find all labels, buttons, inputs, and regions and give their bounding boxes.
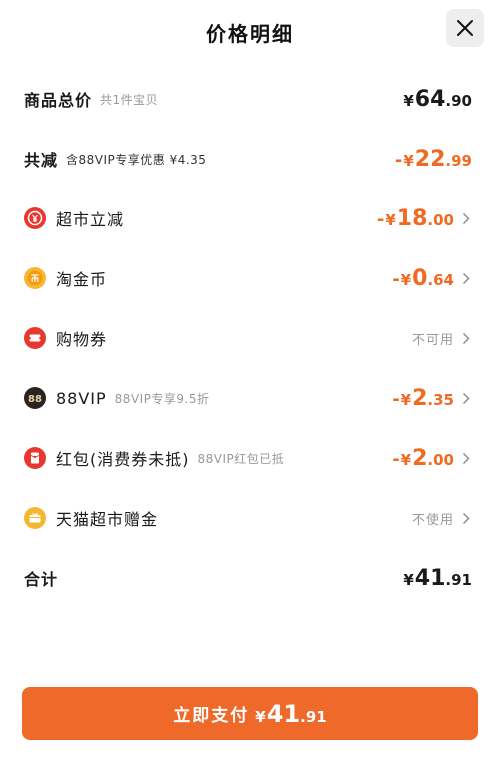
- subtotal-label: 合计: [24, 570, 59, 589]
- row-total-price: 商品总价 共1件宝贝 ¥64.90: [24, 79, 472, 119]
- row-total-discount: 共减 含88VIP专享优惠 ¥4.35 - ¥22.99: [24, 139, 472, 179]
- chevron-right-icon: [462, 391, 472, 405]
- svg-text:88: 88: [28, 394, 42, 405]
- page-title: 价格明细: [206, 22, 294, 46]
- taobao-coins-label: 淘金币: [56, 270, 108, 289]
- total-price-label: 商品总价: [24, 91, 93, 110]
- row-88vip[interactable]: 88 88VIP 88VIP专享9.5折 - ¥2.35: [24, 378, 472, 418]
- 88vip-amount: - ¥2.35: [392, 385, 454, 411]
- 88vip-label: 88VIP: [56, 388, 107, 408]
- row-subtotal: 合计 ¥41.91: [24, 558, 472, 598]
- chevron-right-icon: [462, 211, 472, 225]
- gift-card-icon: [24, 507, 46, 529]
- chevron-right-icon: [462, 451, 472, 465]
- total-discount-amount: - ¥22.99: [394, 146, 472, 172]
- total-price-amount: ¥64.90: [403, 86, 472, 112]
- chevron-right-icon: [462, 271, 472, 285]
- row-taobao-coins[interactable]: 淘金币 - ¥0.64: [24, 258, 472, 298]
- pay-now-amount: ¥41.91: [255, 699, 327, 728]
- 88-icon: 88: [24, 387, 46, 409]
- coupon-yen-icon: [24, 207, 46, 229]
- row-red-packet[interactable]: 红包(消费券未抵) 88VIP红包已抵 - ¥2.00: [24, 438, 472, 478]
- pay-now-label: 立即支付: [173, 706, 250, 726]
- item-count: 共1件宝贝: [100, 92, 159, 107]
- gift-credit-status: 不使用: [411, 512, 454, 528]
- coin-icon: [24, 267, 46, 289]
- row-tmall-gift-credit[interactable]: 天猫超市赠金 不使用: [24, 498, 472, 538]
- chevron-right-icon: [462, 511, 472, 525]
- tmall-gift-credit-label: 天猫超市赠金: [56, 510, 159, 529]
- subtotal-amount: ¥41.91: [403, 565, 472, 591]
- red-packet-note: 88VIP红包已抵: [197, 451, 285, 466]
- red-packet-amount: - ¥2.00: [392, 445, 454, 471]
- close-icon: [457, 20, 473, 36]
- row-shopping-voucher[interactable]: 购物券 不可用: [24, 318, 472, 358]
- red-packet-icon: [24, 447, 46, 469]
- 88vip-note: 88VIP专享9.5折: [114, 391, 210, 406]
- supermarket-discount-label: 超市立减: [56, 210, 125, 229]
- vip-discount-note: 含88VIP专享优惠 ¥4.35: [66, 152, 207, 167]
- close-button[interactable]: [446, 9, 484, 47]
- taobao-coins-amount: - ¥0.64: [392, 265, 454, 291]
- supermarket-discount-amount: - ¥18.00: [376, 205, 454, 231]
- pay-now-button[interactable]: 立即支付 ¥41.91: [22, 687, 478, 740]
- shopping-voucher-label: 购物券: [56, 330, 108, 349]
- voucher-status: 不可用: [411, 332, 454, 348]
- header: 价格明细: [0, 0, 500, 64]
- ticket-icon: [24, 327, 46, 349]
- total-discount-label: 共减: [24, 151, 59, 170]
- row-supermarket-discount[interactable]: 超市立减 - ¥18.00: [24, 198, 472, 238]
- red-packet-label: 红包(消费券未抵): [56, 450, 190, 469]
- chevron-right-icon: [462, 331, 472, 345]
